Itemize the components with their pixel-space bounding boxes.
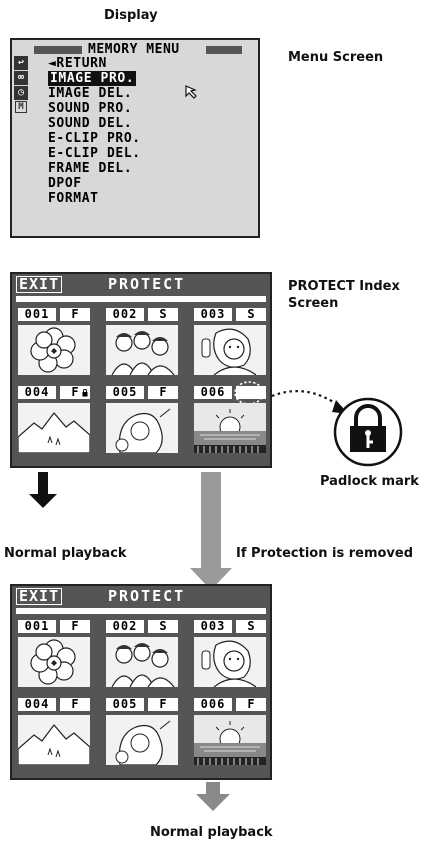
image-number: 003	[194, 308, 232, 321]
protect-info-strip	[16, 296, 266, 302]
image-number: 005	[106, 386, 144, 399]
menu-item-sound-pro[interactable]: SOUND PRO.	[48, 101, 141, 116]
menu-item-format[interactable]: FORMAT	[48, 191, 141, 206]
image-number: 003	[194, 620, 232, 633]
menu-title: MEMORY MENU	[86, 42, 182, 57]
exit-button[interactable]: EXIT	[16, 276, 63, 293]
menu-item-eclip-del[interactable]: E-CLIP DEL.	[48, 146, 141, 161]
menu-item-return[interactable]: ◄RETURN	[48, 56, 141, 71]
protection-removed-caption: If Protection is removed	[236, 546, 414, 561]
memory-menu-screen: MEMORY MENU ↩ ∞ ◷ M ◄RETURN IMAGE PRO. I…	[10, 38, 260, 238]
image-quality: F	[60, 308, 90, 321]
menu-item-sound-del[interactable]: SOUND DEL.	[48, 116, 141, 131]
flower-image	[18, 637, 90, 687]
image-quality: S	[148, 620, 178, 633]
girl-portrait-image	[106, 715, 178, 765]
normal-playback-bottom-caption: Normal playback	[150, 825, 273, 840]
flower-image	[18, 325, 90, 375]
woman-phone-image	[194, 637, 266, 687]
girl-portrait-image	[106, 403, 178, 453]
image-quality: S	[148, 308, 178, 321]
image-number: 004	[18, 386, 56, 399]
display-caption: Display	[104, 8, 158, 23]
woman-phone-image	[194, 325, 266, 375]
image-quality: F	[60, 698, 90, 711]
protection-removed-arrow-shaft	[201, 472, 221, 572]
menu-side-icons: ↩ ∞ ◷ M	[14, 56, 28, 114]
menu-item-image-del[interactable]: IMAGE DEL.	[48, 86, 141, 101]
menu-item-dpof[interactable]: DPOF	[48, 176, 141, 191]
group-people-image	[106, 637, 178, 687]
return-icon: ↩	[14, 56, 28, 70]
menu-item-eclip-pro[interactable]: E-CLIP PRO.	[48, 131, 141, 146]
padlock-small-icon	[82, 389, 88, 397]
clock-icon: ◷	[14, 86, 28, 100]
padlock-mark-caption: Padlock mark	[320, 474, 419, 489]
padlock-icon	[333, 397, 403, 467]
image-number: 005	[106, 698, 144, 711]
normal-playback-left-caption: Normal playback	[4, 546, 127, 561]
menu-item-image-pro[interactable]: IMAGE PRO.	[48, 71, 141, 86]
image-number: 006	[194, 698, 232, 711]
menu-screen-caption: Menu Screen	[288, 50, 384, 65]
image-number: 006	[194, 386, 232, 399]
sunset-sea-image	[194, 715, 266, 765]
image-number: 001	[18, 308, 56, 321]
image-quality: F	[60, 620, 90, 633]
exit-button[interactable]: EXIT	[16, 588, 63, 605]
image-number: 002	[106, 308, 144, 321]
group-people-image	[106, 325, 178, 375]
cursor-arrow-icon	[185, 85, 197, 99]
mountain-image	[18, 403, 90, 453]
protect-index-screen-top: EXIT PROTECT 001 F 002 S 003 S 004 F 005…	[10, 272, 272, 468]
normal-playback-arrow-icon	[29, 494, 57, 508]
image-quality: F	[148, 698, 178, 711]
menu-list: ◄RETURN IMAGE PRO. IMAGE DEL. SOUND PRO.…	[48, 56, 141, 206]
camera-icon: ∞	[14, 71, 28, 85]
protect-index-screen-bottom: EXIT PROTECT 001 F 002 S 003 S 004 F 005…	[10, 584, 272, 780]
protect-index-caption-line1: PROTECT Index	[288, 279, 400, 294]
protect-index-caption-line2: Screen	[288, 296, 339, 311]
protect-title: PROTECT	[108, 275, 186, 293]
bottom-arrow-icon	[196, 794, 230, 811]
image-quality: F	[236, 698, 266, 711]
protect-info-strip	[16, 608, 266, 614]
image-quality: S	[236, 308, 266, 321]
menu-title-bar: MEMORY MENU	[34, 42, 252, 57]
protect-title: PROTECT	[108, 587, 186, 605]
sunset-sea-image	[194, 403, 266, 453]
normal-playback-arrow-shaft	[38, 472, 48, 494]
image-number: 002	[106, 620, 144, 633]
memory-card-icon: M	[15, 101, 27, 113]
image-number: 001	[18, 620, 56, 633]
image-quality: S	[236, 620, 266, 633]
image-number: 004	[18, 698, 56, 711]
menu-item-frame-del[interactable]: FRAME DEL.	[48, 161, 141, 176]
mountain-image	[18, 715, 90, 765]
image-quality: F	[148, 386, 178, 399]
